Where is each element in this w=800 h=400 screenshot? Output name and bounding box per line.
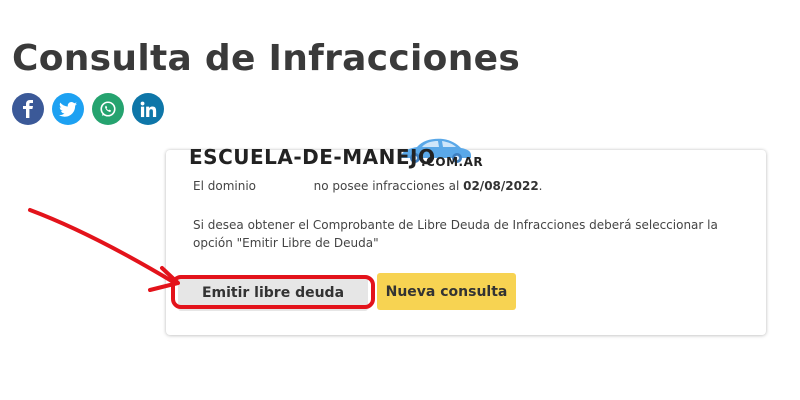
watermark-text: ESCUELA-DE-MANEJO [189,145,436,169]
nueva-consulta-button[interactable]: Nueva consulta [377,273,516,310]
result-period: . [538,179,543,193]
watermark-domain: .COM.AR [421,155,484,169]
linkedin-icon[interactable] [132,93,164,125]
page-title: Consulta de Infracciones [12,38,521,79]
result-suffix: no posee infracciones al [313,179,460,193]
watermark-logo: ESCUELA-DE-MANEJO .COM.AR [189,134,489,174]
annotation-arrow-line [28,208,177,285]
result-message: El dominio no posee infracciones al 02/0… [193,177,543,195]
facebook-icon[interactable] [12,93,44,125]
social-share-row [12,93,164,125]
twitter-icon[interactable] [52,93,84,125]
whatsapp-icon[interactable] [92,93,124,125]
instruction-line-1: Si desea obtener el Comprobante de Libre… [193,218,718,232]
instruction-line-2: opción "Emitir Libre de Deuda" [193,236,379,250]
redacted-plate [260,178,310,192]
result-date: 02/08/2022 [463,179,539,193]
emitir-libre-deuda-button[interactable]: Emitir libre deuda [178,275,368,311]
result-prefix: El dominio [193,179,256,193]
